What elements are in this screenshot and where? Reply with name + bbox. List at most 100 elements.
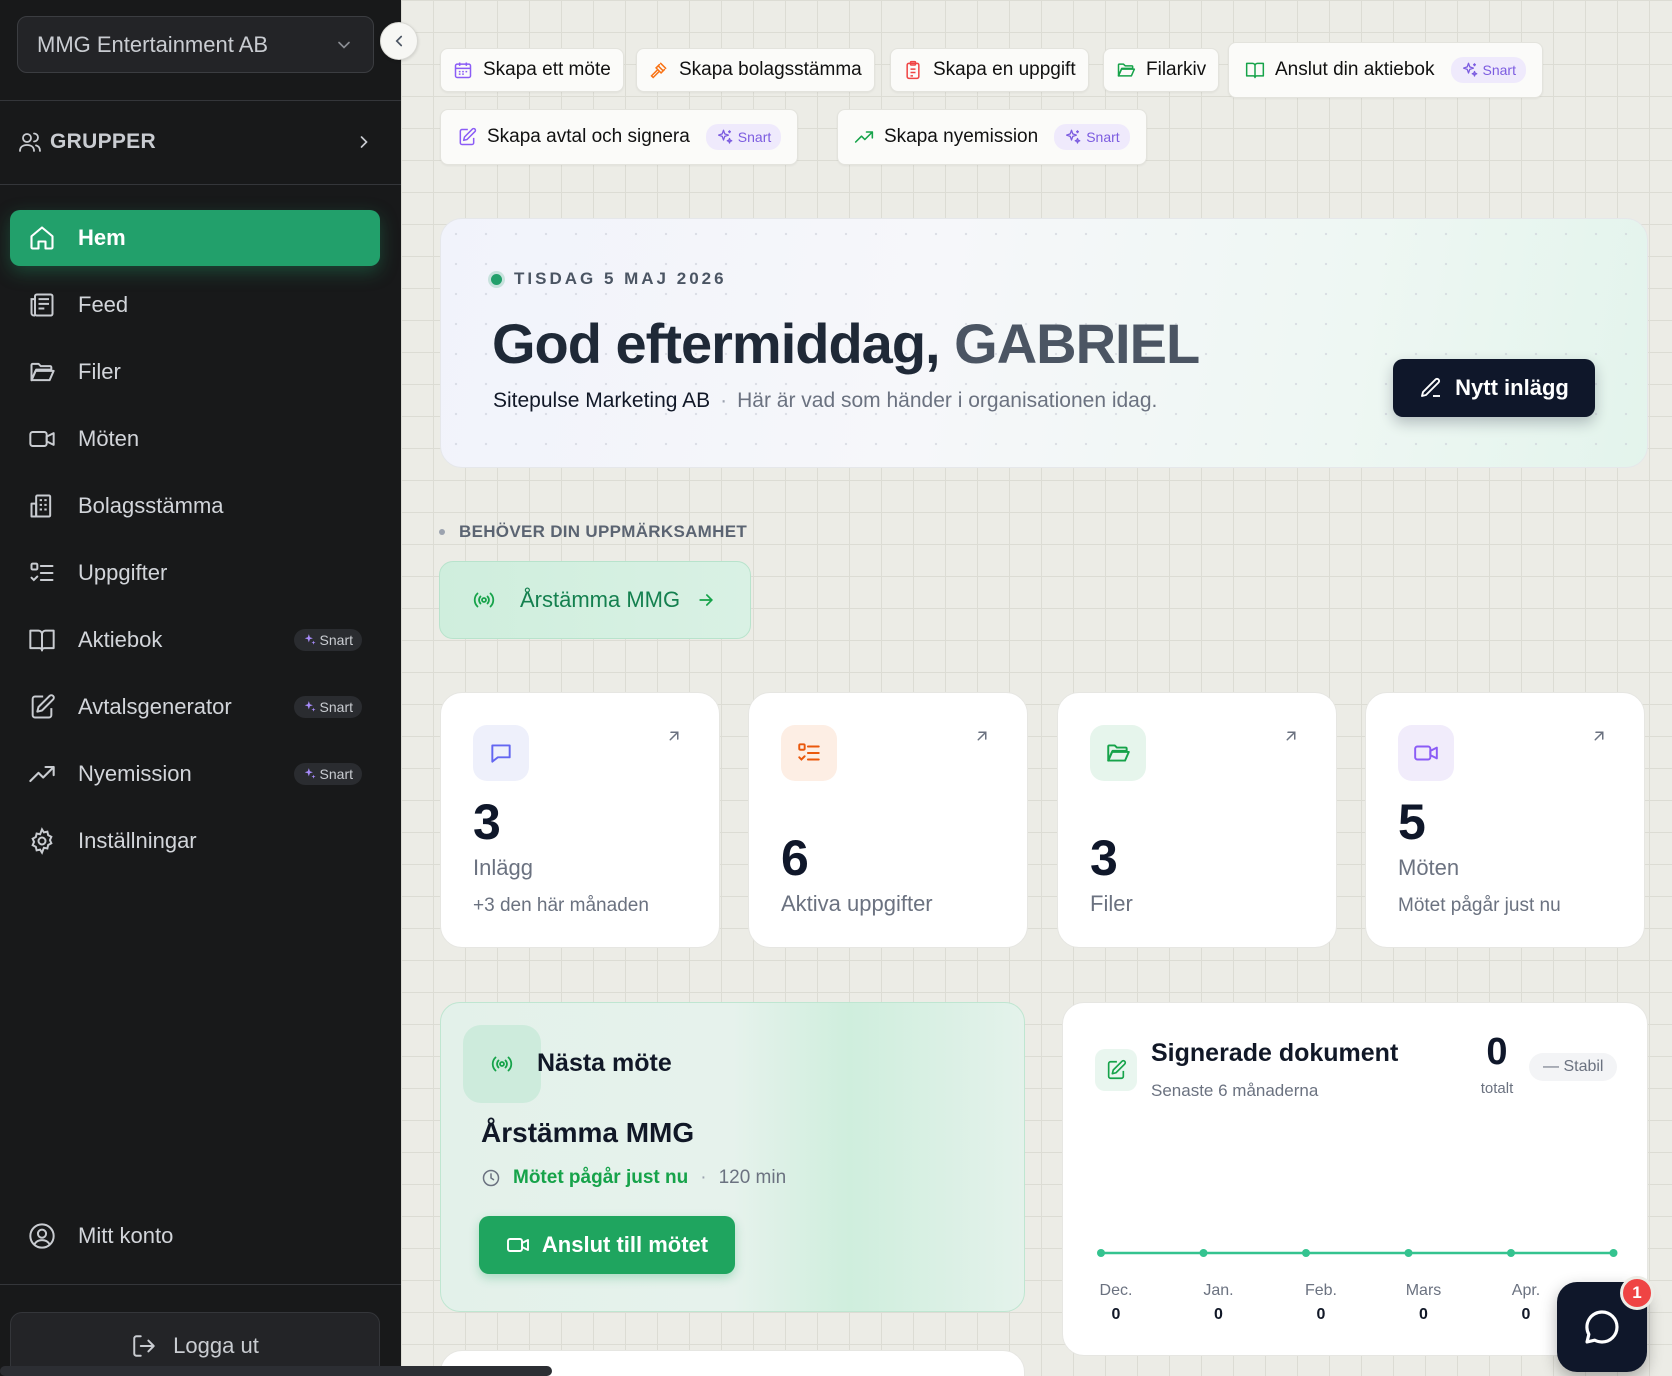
document-edit-icon	[28, 693, 56, 721]
stat-meta: +3 den här månaden	[473, 895, 649, 916]
sidebar-item-label: Nyemission	[78, 761, 192, 786]
data-label: 0	[1419, 1306, 1428, 1323]
data-label: 0	[1112, 1306, 1121, 1323]
data-point	[1097, 1249, 1105, 1257]
smart-badge: Snart	[293, 629, 362, 651]
create-task-button[interactable]: Skapa en uppgift	[890, 48, 1089, 92]
sidebar-nav: Hem Feed Filer Möten Bolagsstämma Uppgif…	[10, 210, 380, 880]
chat-bubble-icon	[1585, 1310, 1619, 1344]
attention-item[interactable]: Årstämma MMG	[439, 561, 751, 639]
sidebar-item-uppgifter[interactable]: Uppgifter	[10, 545, 380, 601]
sidebar-item-bolagsstamma[interactable]: Bolagsstämma	[10, 478, 380, 534]
sidebar-item-hem[interactable]: Hem	[10, 210, 380, 266]
x-tick-label: Dec.	[1100, 1282, 1133, 1299]
smart-badge: Snart	[293, 696, 362, 718]
create-general-meeting-button[interactable]: Skapa bolagsstämma	[636, 48, 875, 92]
sidebar-item-avtalsgenerator[interactable]: Avtalsgenerator Snart	[10, 679, 380, 735]
stat-label: Inlägg	[473, 855, 533, 880]
my-account-link[interactable]: Mitt konto	[28, 1222, 173, 1250]
chat-icon	[473, 725, 529, 781]
data-point	[1609, 1249, 1618, 1257]
users-icon	[19, 132, 41, 152]
organization-selector[interactable]: MMG Entertainment AB	[17, 16, 374, 73]
data-point	[1507, 1249, 1515, 1257]
video-icon	[28, 425, 56, 453]
document-edit-icon	[459, 127, 477, 146]
stat-value: 3	[473, 794, 501, 850]
sidebar-divider	[0, 184, 401, 185]
sidebar-item-moten[interactable]: Möten	[10, 411, 380, 467]
create-meeting-button[interactable]: Skapa ett möte	[440, 48, 624, 92]
trending-up-icon	[854, 131, 874, 143]
stat-meta: Mötet pågår just nu	[1398, 895, 1561, 916]
stat-card-meetings[interactable]: 5 Möten Mötet pågår just nu	[1365, 692, 1645, 948]
join-meeting-button[interactable]: Anslut till mötet	[479, 1216, 735, 1274]
collapse-sidebar-button[interactable]	[380, 22, 418, 60]
sidebar-item-filer[interactable]: Filer	[10, 344, 380, 400]
stat-card-posts[interactable]: 3 Inlägg +3 den här månaden	[440, 692, 720, 948]
smart-badge: Snart	[705, 124, 782, 150]
x-tick-label: Mars	[1406, 1282, 1442, 1299]
sidebar-item-label: Bolagsstämma	[78, 493, 224, 518]
folder-icon	[1090, 725, 1146, 781]
x-tick-label: Feb.	[1305, 1282, 1337, 1299]
stat-value: 5	[1398, 794, 1426, 850]
sidebar-item-installningar[interactable]: Inställningar	[10, 813, 380, 869]
connect-share-register-button[interactable]: Anslut din aktiebok Snart	[1228, 42, 1543, 98]
logout-label: Logga ut	[173, 1333, 259, 1358]
broadcast-icon	[473, 592, 495, 608]
sidebar-item-label: Feed	[78, 292, 129, 317]
arrow-up-right-icon	[977, 731, 987, 741]
my-account-label: Mitt konto	[78, 1223, 174, 1248]
book-icon	[1245, 62, 1265, 79]
checklist-icon	[781, 725, 837, 781]
create-new-issue-button[interactable]: Skapa nyemission Snart	[837, 109, 1147, 165]
data-label: 0	[1522, 1306, 1531, 1323]
sidebar-divider	[0, 100, 401, 101]
book-icon	[28, 626, 56, 654]
stat-label: Filer	[1090, 891, 1133, 916]
live-dot	[491, 273, 502, 285]
new-post-button[interactable]: Nytt inlägg	[1393, 359, 1595, 417]
next-meeting-title: Nästa möte	[537, 1049, 672, 1077]
chevron-down-icon	[338, 41, 350, 49]
sidebar-item-label: Möten	[78, 426, 140, 451]
hero-tagline: Här är vad som händer i organisationen i…	[737, 389, 1158, 412]
next-meeting-card: Nästa möte Årstämma MMG Mötet pågår just…	[440, 1002, 1025, 1312]
stat-card-tasks[interactable]: 6 Aktiva uppgifter	[748, 692, 1028, 948]
sparkle-icon	[1462, 62, 1477, 77]
video-icon	[506, 1238, 529, 1252]
sparkle-icon	[1066, 129, 1081, 144]
smart-badge: Snart	[1450, 57, 1526, 83]
gear-icon	[28, 827, 56, 855]
sidebar-item-aktiebok[interactable]: Aktiebok Snart	[10, 612, 380, 668]
x-tick-label: Apr.	[1512, 1282, 1540, 1299]
sidebar-item-nyemission[interactable]: Nyemission Snart	[10, 746, 380, 802]
clock-icon	[482, 1169, 500, 1187]
stat-card-files[interactable]: 3 Filer	[1057, 692, 1337, 948]
logout-icon	[133, 1335, 155, 1357]
meeting-status: Mötet pågår just nu · 120 min	[481, 1167, 786, 1189]
stat-label: Aktiva uppgifter	[781, 891, 933, 916]
stat-value: 6	[781, 830, 809, 886]
create-contract-sign-button[interactable]: Skapa avtal och signera Snart	[440, 109, 799, 165]
groups-toggle[interactable]: GRUPPER	[18, 122, 374, 162]
checklist-icon	[28, 559, 56, 587]
file-archive-button[interactable]: Filarkiv	[1103, 48, 1220, 92]
greeting-heading: God eftermiddag, GABRIEL	[492, 312, 1200, 375]
folder-icon	[28, 358, 56, 386]
data-label: 0	[1214, 1306, 1223, 1323]
stat-value: 3	[1090, 830, 1118, 886]
data-point	[1302, 1249, 1310, 1257]
sidebar-item-feed[interactable]: Feed	[10, 277, 380, 333]
folder-icon	[1117, 63, 1136, 77]
attention-heading: BEHÖVER DIN UPPMÄRKSAMHET	[439, 522, 747, 542]
sidebar-divider	[0, 1284, 401, 1285]
sparkle-icon	[304, 634, 316, 645]
chevron-right-icon	[360, 136, 368, 148]
smart-badge: Snart	[1054, 124, 1130, 150]
newspaper-icon	[28, 291, 56, 319]
arrow-up-right-icon	[1594, 731, 1604, 741]
meeting-duration: 120 min	[718, 1167, 787, 1188]
horizontal-scrollbar[interactable]	[0, 1366, 552, 1376]
